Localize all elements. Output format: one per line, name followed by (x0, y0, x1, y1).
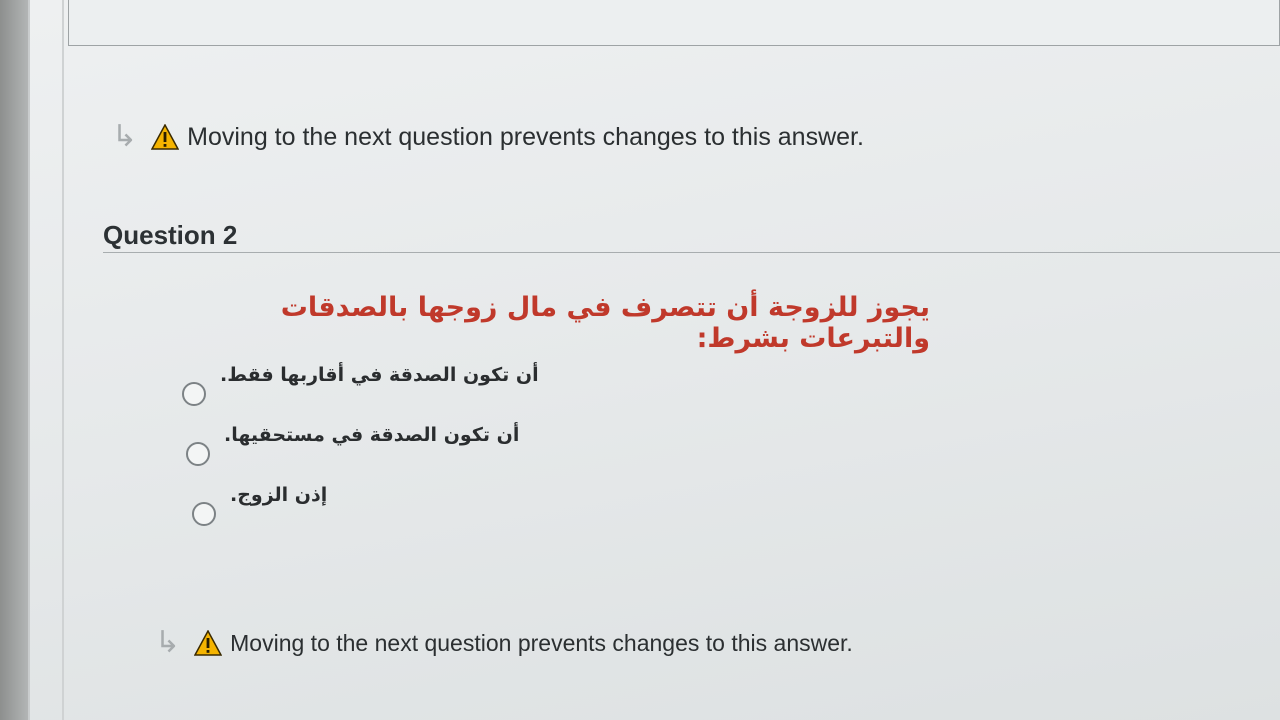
answer-option-label[interactable]: أن تكون الصدقة في أقاربها فقط. (220, 364, 539, 386)
warning-triangle-icon (151, 124, 180, 150)
radio-button[interactable] (182, 382, 206, 406)
content-frame (62, 0, 1280, 720)
answer-option[interactable]: أن تكون الصدقة في مستحقيها. (186, 424, 519, 466)
navigation-warning: ↳ Moving to the next question prevents c… (155, 628, 853, 658)
radio-button[interactable] (186, 442, 210, 466)
navigation-warning: ↳ Moving to the next question prevents c… (112, 122, 864, 152)
question-title: Question 2 (103, 220, 238, 250)
answer-option-label[interactable]: أن تكون الصدقة في مستحقيها. (224, 424, 519, 446)
answer-option[interactable]: أن تكون الصدقة في أقاربها فقط. (182, 364, 539, 406)
question-text: يجوز للزوجة أن تتصرف في مال زوجها بالصدق… (280, 292, 930, 354)
question-divider (103, 252, 1280, 253)
navigation-warning-text: Moving to the next question prevents cha… (230, 629, 853, 656)
return-arrow-icon: ↳ (155, 626, 181, 659)
radio-button[interactable] (192, 502, 216, 526)
answer-option-label[interactable]: إذن الزوج. (230, 484, 327, 506)
warning-triangle-icon (194, 630, 223, 656)
return-arrow-icon: ↳ (112, 120, 138, 153)
navigation-warning-text: Moving to the next question prevents cha… (187, 122, 864, 151)
answer-option[interactable]: إذن الزوج. (192, 484, 327, 526)
previous-question-box (68, 0, 1280, 46)
